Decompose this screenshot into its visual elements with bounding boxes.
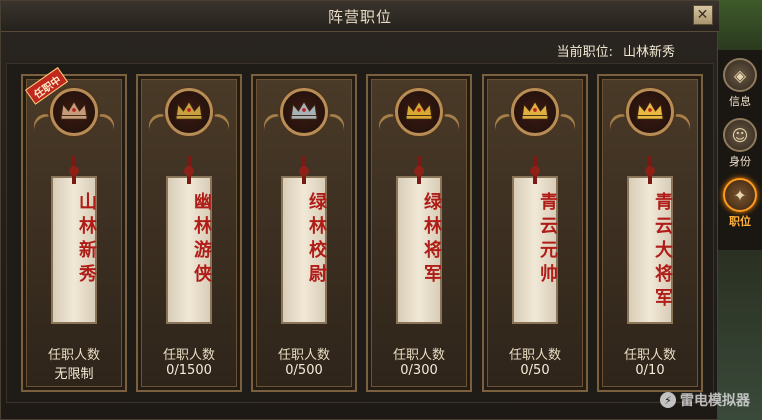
rank-scroll: 绿林校尉 [281, 156, 327, 324]
portrait-icon: ☺ [723, 118, 757, 152]
rank-card[interactable]: 幽林游侠 任职人数 0/1500 [136, 74, 242, 392]
side-tab-label: 身份 [729, 155, 751, 168]
scroll-knot [184, 166, 194, 176]
rank-count-value: 0/500 [285, 363, 323, 378]
scroll-knot [69, 166, 79, 176]
close-button[interactable]: ✕ [693, 5, 713, 25]
rank-scroll: 青云大将军 [627, 156, 673, 324]
rank-card[interactable]: 绿林将军 任职人数 0/300 [366, 74, 472, 392]
rank-count-label: 任职人数 [623, 348, 676, 363]
rank-card[interactable]: 青云大将军 任职人数 0/10 [597, 74, 703, 392]
rank-card[interactable]: 山林新秀 任职人数 无限制 任职中 [21, 67, 127, 392]
rank-emblem [374, 84, 464, 154]
side-tab-identity[interactable]: ☺ 身份 [720, 118, 760, 174]
rank-name: 青云元帅 [537, 192, 558, 288]
rank-name: 青云大将军 [652, 192, 673, 312]
current-position: 当前职位: 山林新秀 [557, 41, 675, 60]
crown-icon [280, 88, 328, 136]
side-decoration-top [718, 0, 762, 50]
scroll-knot [530, 166, 540, 176]
rank-count-value: 0/10 [635, 363, 665, 378]
watermark-logo-icon: ⚡ [660, 392, 676, 408]
side-tabs: ◈ 信息 ☺ 身份 ✦ 职位 [718, 50, 762, 420]
side-tab-label: 信息 [729, 95, 751, 108]
side-tab-position[interactable]: ✦ 职位 [720, 178, 760, 234]
rank-name: 山林新秀 [76, 192, 97, 288]
rank-emblem [259, 84, 349, 154]
rank-scroll: 青云元帅 [512, 156, 558, 324]
window-title: 阵营职位 [327, 7, 392, 26]
rank-count-value: 0/300 [400, 363, 438, 378]
scroll-knot [414, 166, 424, 176]
side-tab-info[interactable]: ◈ 信息 [720, 58, 760, 114]
rank-name: 绿林校尉 [306, 192, 327, 288]
side-tab-label: 职位 [729, 215, 751, 228]
crown-icon [395, 88, 443, 136]
emblem-icon: ✦ [723, 178, 757, 212]
rank-scroll: 幽林游侠 [166, 156, 212, 324]
rank-count-value: 0/50 [520, 363, 550, 378]
rank-count-value: 无限制 [54, 367, 94, 382]
rank-name: 绿林将军 [421, 192, 442, 288]
watermark: ⚡ 雷电模拟器 [660, 390, 750, 410]
rank-emblem [144, 84, 234, 154]
rank-card[interactable]: 青云元帅 任职人数 0/50 [482, 74, 588, 392]
watermark-text: 雷电模拟器 [680, 393, 750, 409]
rank-card[interactable]: 绿林校尉 任职人数 0/500 [251, 74, 357, 392]
scroll-knot [299, 166, 309, 176]
map-icon: ◈ [723, 58, 757, 92]
crown-icon [626, 88, 674, 136]
rank-name: 幽林游侠 [191, 192, 212, 288]
scroll-knot [645, 166, 655, 176]
current-position-value: 山林新秀 [622, 45, 675, 60]
crown-icon [165, 88, 213, 136]
rank-emblem [490, 84, 580, 154]
rank-emblem [605, 84, 695, 154]
current-position-label: 当前职位: [556, 45, 613, 60]
crown-icon [511, 88, 559, 136]
rank-count-label: 任职人数 [508, 348, 561, 363]
rank-count-value: 0/1500 [166, 363, 212, 378]
rank-count-label: 任职人数 [47, 348, 100, 363]
rank-count-label: 任职人数 [162, 348, 215, 363]
crown-icon [50, 88, 98, 136]
rank-count-label: 任职人数 [392, 348, 445, 363]
window-titlebar: 阵营职位 ✕ [1, 1, 719, 32]
rank-count-label: 任职人数 [277, 348, 330, 363]
rank-scroll: 山林新秀 [51, 156, 97, 324]
rank-scroll: 绿林将军 [396, 156, 442, 324]
